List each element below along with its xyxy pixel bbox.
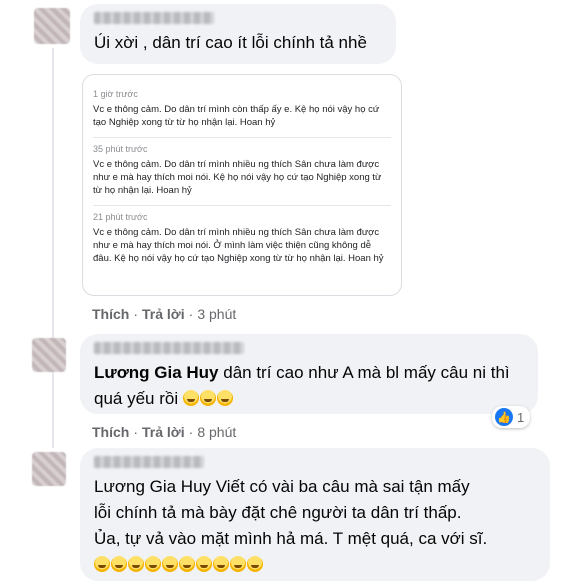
edit-time: 21 phút trước: [93, 212, 148, 222]
reply-link[interactable]: Trả lời: [142, 306, 185, 322]
smile-emoji: [94, 556, 110, 572]
laugh-cry-emoji: [216, 390, 233, 406]
separator-dot: ·: [188, 306, 194, 322]
comment-line: Ủa, tự vả vào mặt mình hả má. T mệt quá,…: [94, 529, 488, 548]
emoji-row: [94, 552, 536, 578]
blurred-author-name[interactable]: [94, 12, 214, 24]
separator-dot: ·: [133, 306, 139, 322]
like-icon: 👍: [495, 408, 513, 426]
comment-text: Lương Gia Huy dân trí cao như A mà bl mấ…: [94, 360, 524, 412]
laugh-cry-emoji: [230, 556, 246, 572]
comment-bubble: Úi xời , dân trí cao ít lỗi chính tả nhề: [80, 4, 396, 64]
smile-emoji: [145, 556, 161, 572]
comment-line: lỗi chính tả mà bày đặt chê người ta dân…: [94, 503, 462, 522]
smile-emoji: [128, 556, 144, 572]
like-link[interactable]: Thích: [92, 424, 129, 440]
edit-time: 35 phút trước: [93, 144, 148, 154]
reaction-count: 1: [517, 409, 525, 425]
blurred-author-name[interactable]: [94, 342, 244, 354]
comment-actions: Thích · Trả lời · 8 phút: [92, 424, 236, 440]
laugh-cry-emoji: [247, 556, 263, 572]
comment-line: Lương Gia Huy Viết có vài ba câu mà sai …: [94, 477, 470, 496]
edit-text: Vc e thông cảm. Do dân trí mình nhiều ng…: [93, 159, 382, 196]
edit-entry: 35 phút trước Vc e thông cảm. Do dân trí…: [93, 138, 391, 206]
edit-time: 1 giờ trước: [93, 89, 138, 99]
blurred-author-name[interactable]: [94, 456, 204, 468]
edit-entry: 1 giờ trước Vc e thông cảm. Do dân trí m…: [93, 83, 391, 138]
mention-link[interactable]: Lương Gia Huy: [94, 363, 219, 382]
avatar[interactable]: [34, 8, 70, 44]
comment-text: Úi xời , dân trí cao ít lỗi chính tả nhề: [94, 33, 367, 52]
laugh-cry-emoji: [196, 556, 212, 572]
separator-dot: ·: [133, 424, 139, 440]
comment-time[interactable]: 3 phút: [197, 306, 236, 322]
edit-text: Vc e thông cảm. Do dân trí mình nhiều ng…: [93, 227, 384, 264]
comment-bubble: Lương Gia Huy dân trí cao như A mà bl mấ…: [80, 334, 538, 414]
laugh-cry-emoji: [199, 390, 216, 406]
like-link[interactable]: Thích: [92, 306, 129, 322]
edit-text: Vc e thông cảm. Do dân trí mình còn thấp…: [93, 104, 380, 128]
edit-entry: 21 phút trước Vc e thông cảm. Do dân trí…: [93, 206, 391, 273]
reaction-summary[interactable]: 👍 1: [492, 406, 531, 428]
smile-emoji: [111, 556, 127, 572]
smile-emoji: [162, 556, 178, 572]
edit-history-screenshot: 1 giờ trước Vc e thông cảm. Do dân trí m…: [82, 74, 402, 296]
comment-time[interactable]: 8 phút: [197, 424, 236, 440]
comment-text: Lương Gia Huy Viết có vài ba câu mà sai …: [94, 474, 536, 578]
thread-line: [52, 48, 54, 448]
separator-dot: ·: [188, 424, 194, 440]
laugh-cry-emoji: [179, 556, 195, 572]
avatar[interactable]: [32, 338, 66, 372]
comment-bubble: Lương Gia Huy Viết có vài ba câu mà sai …: [80, 448, 550, 581]
avatar[interactable]: [32, 452, 66, 486]
reply-link[interactable]: Trả lời: [142, 424, 185, 440]
laugh-cry-emoji: [213, 556, 229, 572]
laugh-cry-emoji: [182, 390, 199, 406]
comment-actions: Thích · Trả lời · 3 phút: [92, 306, 236, 322]
